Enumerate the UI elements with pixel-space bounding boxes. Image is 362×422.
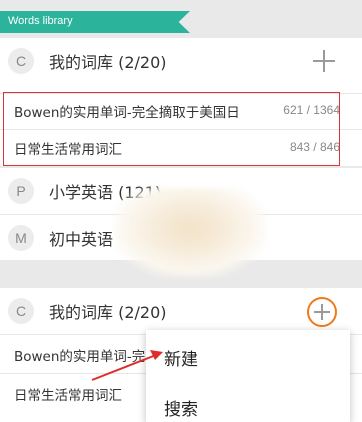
category-badge: P (8, 178, 34, 204)
category-my-library[interactable]: C 我的词库 (2/20) (0, 38, 362, 84)
menu-item-search[interactable]: 搜索 (164, 395, 198, 420)
ribbon-title: Words library (8, 15, 73, 27)
book-title: Bowen的实用单词-完 (14, 349, 146, 365)
highlight-annotation (3, 92, 340, 166)
add-plus-icon[interactable] (313, 50, 335, 72)
book-title: 日常生活常用词汇 (14, 388, 122, 404)
category-badge: C (8, 298, 34, 324)
category-badge: M (8, 225, 34, 251)
popup-menu: 新建 搜索 (146, 330, 350, 422)
blurred-overlay (114, 188, 266, 278)
category-badge: C (8, 48, 34, 74)
add-circle-icon[interactable] (307, 297, 337, 327)
category-label: 我的词库 (2/20) (49, 303, 167, 322)
category-label: 我的词库 (2/20) (49, 53, 167, 72)
menu-item-new[interactable]: 新建 (164, 345, 198, 370)
words-library-ribbon: Words library (0, 11, 190, 33)
category-label: 初中英语 (49, 230, 114, 249)
